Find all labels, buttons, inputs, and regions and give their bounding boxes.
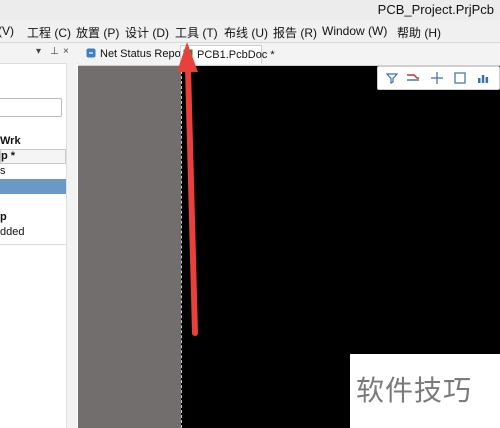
tab-label: Net Status Report (100, 48, 188, 60)
selected-list-item[interactable] (0, 179, 66, 194)
menu-item-project[interactable]: 工程 (C) (27, 24, 71, 41)
menu-item-route[interactable]: 布线 (U) (224, 24, 268, 41)
panel-header: ▾ ⊥ × (0, 43, 78, 64)
tab-pcb-doc[interactable]: PCB1.PcbDoc * (180, 45, 275, 64)
tab-label: PCB1.PcbDoc * (197, 49, 275, 61)
route-icon[interactable] (405, 70, 421, 86)
divider (0, 244, 66, 245)
report-icon (86, 48, 96, 58)
projects-panel: ▾ ⊥ × Wrk p * s p dded (0, 43, 79, 428)
menu-item-reports[interactable]: 报告 (R) (273, 24, 317, 41)
menu-bar: (V) 工程 (C) 放置 (P) 设计 (D) 工具 (T) 布线 (U) 报… (0, 20, 500, 43)
board-outline-edge (181, 66, 182, 428)
tab-net-status-report[interactable]: Net Status Report (82, 45, 187, 64)
pcb-document-icon (183, 49, 193, 59)
panel-close-icon[interactable]: × (63, 46, 69, 57)
menu-item-view[interactable]: (V) (0, 24, 14, 38)
watermark: 软件技巧 (350, 354, 500, 428)
title-bar: PCB_Project.PrjPcb (0, 0, 500, 20)
menu-item-help[interactable]: 帮助 (H) (397, 24, 441, 41)
list-item[interactable]: s (0, 165, 66, 180)
watermark-text: 软件技巧 (356, 374, 473, 407)
rectangle-select-icon[interactable] (452, 70, 468, 86)
filter-icon[interactable] (384, 70, 400, 86)
menu-item-place[interactable]: 放置 (P) (76, 24, 119, 41)
panel-search-input[interactable] (0, 98, 62, 117)
project-row[interactable]: p (0, 211, 66, 226)
document-tabs: Net Status Report PCB1.PcbDoc * (78, 43, 500, 66)
active-bar-toolbar (377, 66, 500, 90)
chart-icon[interactable] (475, 70, 491, 86)
panel-menu-dropdown-icon[interactable]: ▾ (36, 46, 41, 57)
menu-item-design[interactable]: 设计 (D) (125, 24, 169, 41)
menu-item-window[interactable]: Window (W) (322, 24, 387, 38)
window-title: PCB_Project.PrjPcb (377, 2, 494, 17)
panel-scrollbar[interactable] (66, 63, 77, 428)
menu-item-tools[interactable]: 工具 (T) (175, 24, 218, 41)
panel-pin-icon[interactable]: ⊥ (50, 46, 59, 57)
crosshair-icon[interactable] (429, 70, 445, 86)
workspace-row[interactable]: Wrk (0, 135, 66, 150)
canvas-gray-region (78, 66, 181, 428)
list-item[interactable]: dded (0, 226, 66, 241)
project-row[interactable]: p * (0, 149, 66, 164)
